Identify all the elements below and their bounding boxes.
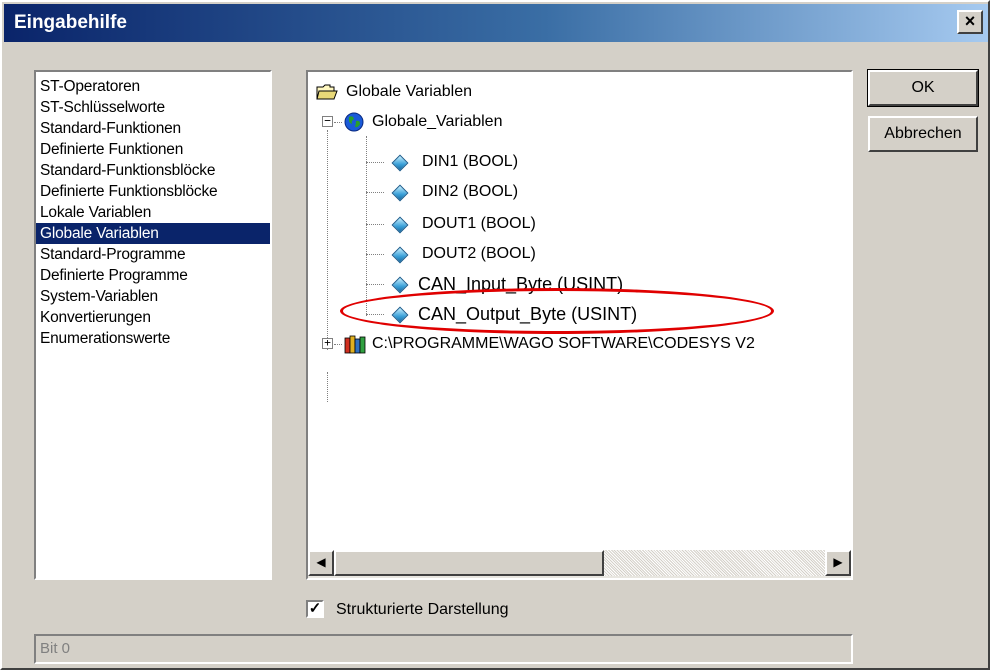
- tree-connector-line: [366, 136, 367, 316]
- tree-library-label: C:\PROGRAMME\WAGO SOFTWARE\CODESYS V2: [372, 335, 755, 352]
- category-item[interactable]: Enumerationswerte: [36, 328, 270, 349]
- tree-variable-row[interactable]: DOUT1 (BOOL): [388, 210, 848, 238]
- tree-connector-line: [334, 344, 342, 345]
- category-list[interactable]: ST-Operatoren ST-Schlüsselworte Standard-F…: [34, 70, 272, 580]
- tree-variable-row[interactable]: DOUT2 (BOOL): [388, 240, 848, 268]
- variable-icon: [391, 154, 409, 172]
- scroll-left-button[interactable]: ◀: [308, 550, 334, 576]
- category-item[interactable]: Standard-Programme: [36, 244, 270, 265]
- tree-variable-label: DOUT2 (BOOL): [422, 245, 536, 262]
- expand-toggle[interactable]: +: [322, 337, 333, 349]
- category-item[interactable]: Definierte Funktionsblöcke: [36, 181, 270, 202]
- category-item[interactable]: Standard-Funktionsblöcke: [36, 160, 270, 181]
- tree-group-label: Globale_Variablen: [372, 113, 503, 130]
- window-title: Eingabehilfe: [14, 12, 127, 33]
- category-item[interactable]: ST-Operatoren: [36, 76, 270, 97]
- tree-variable-label: CAN_Output_Byte (USINT): [418, 304, 638, 324]
- horizontal-scrollbar[interactable]: ◀ ▶: [308, 550, 851, 578]
- variable-icon: [391, 246, 409, 264]
- variable-icon: [391, 306, 409, 324]
- category-item[interactable]: System-Variablen: [36, 286, 270, 307]
- checkmark-icon: ✓: [308, 600, 322, 617]
- category-item[interactable]: Globale Variablen: [36, 223, 270, 244]
- close-button[interactable]: ×: [957, 10, 983, 34]
- variable-icon: [391, 184, 409, 202]
- library-books-icon: [344, 335, 366, 354]
- scroll-right-button[interactable]: ▶: [825, 550, 851, 576]
- tree-connector-line: [334, 122, 342, 123]
- variable-tree[interactable]: Globale Variablen − Globale_Variablen DI…: [306, 70, 853, 580]
- scroll-thumb[interactable]: [334, 550, 604, 576]
- tree-variable-row[interactable]: CAN_Input_Byte (USINT): [388, 270, 848, 298]
- folder-open-icon: [316, 84, 338, 100]
- tree-variable-label: DIN2 (BOOL): [422, 183, 519, 200]
- category-item[interactable]: Definierte Programme: [36, 265, 270, 286]
- tree-group-row[interactable]: Globale_Variablen: [344, 108, 744, 136]
- tree-root-row[interactable]: Globale Variablen: [316, 78, 716, 106]
- globe-icon: [344, 112, 364, 132]
- tree-variable-row[interactable]: DIN2 (BOOL): [388, 178, 848, 206]
- structured-view-label: Strukturierte Darstellung: [336, 601, 509, 618]
- tree-root-label: Globale Variablen: [346, 83, 473, 100]
- tree-connector-line: [366, 192, 384, 193]
- title-bar[interactable]: Eingabehilfe ×: [4, 4, 988, 42]
- status-field: Bit 0: [34, 634, 853, 664]
- category-item[interactable]: Konvertierungen: [36, 307, 270, 328]
- tree-library-row[interactable]: C:\PROGRAMME\WAGO SOFTWARE\CODESYS V2: [344, 330, 851, 358]
- tree-connector-line: [366, 224, 384, 225]
- tree-connector-line: [366, 314, 384, 315]
- tree-connector-line: [366, 254, 384, 255]
- ok-button[interactable]: OK: [867, 69, 979, 107]
- tree-connector-line: [327, 372, 328, 402]
- arrow-right-icon: ▶: [833, 555, 843, 569]
- tree-variable-label: DOUT1 (BOOL): [422, 215, 536, 232]
- arrow-left-icon: ◀: [316, 555, 326, 569]
- category-item[interactable]: Lokale Variablen: [36, 202, 270, 223]
- tree-variable-label: DIN1 (BOOL): [422, 153, 519, 170]
- tree-variable-row[interactable]: DIN1 (BOOL): [388, 148, 848, 176]
- tree-connector-line: [366, 284, 384, 285]
- tree-variable-row[interactable]: CAN_Output_Byte (USINT): [388, 300, 848, 328]
- tree-connector-line: [327, 130, 328, 350]
- cancel-button[interactable]: Abbrechen: [868, 116, 978, 152]
- category-item[interactable]: ST-Schlüsselworte: [36, 97, 270, 118]
- tree-connector-line: [366, 162, 384, 163]
- category-item[interactable]: Standard-Funktionen: [36, 118, 270, 139]
- collapse-toggle[interactable]: −: [322, 115, 333, 127]
- dialog-window: Eingabehilfe × ST-Operatoren ST-Schlüssel…: [0, 0, 990, 670]
- variable-icon: [391, 216, 409, 234]
- tree-variable-label: CAN_Input_Byte (USINT): [418, 274, 624, 294]
- structured-view-checkbox[interactable]: ✓: [306, 600, 324, 618]
- category-item[interactable]: Definierte Funktionen: [36, 139, 270, 160]
- variable-icon: [391, 276, 409, 294]
